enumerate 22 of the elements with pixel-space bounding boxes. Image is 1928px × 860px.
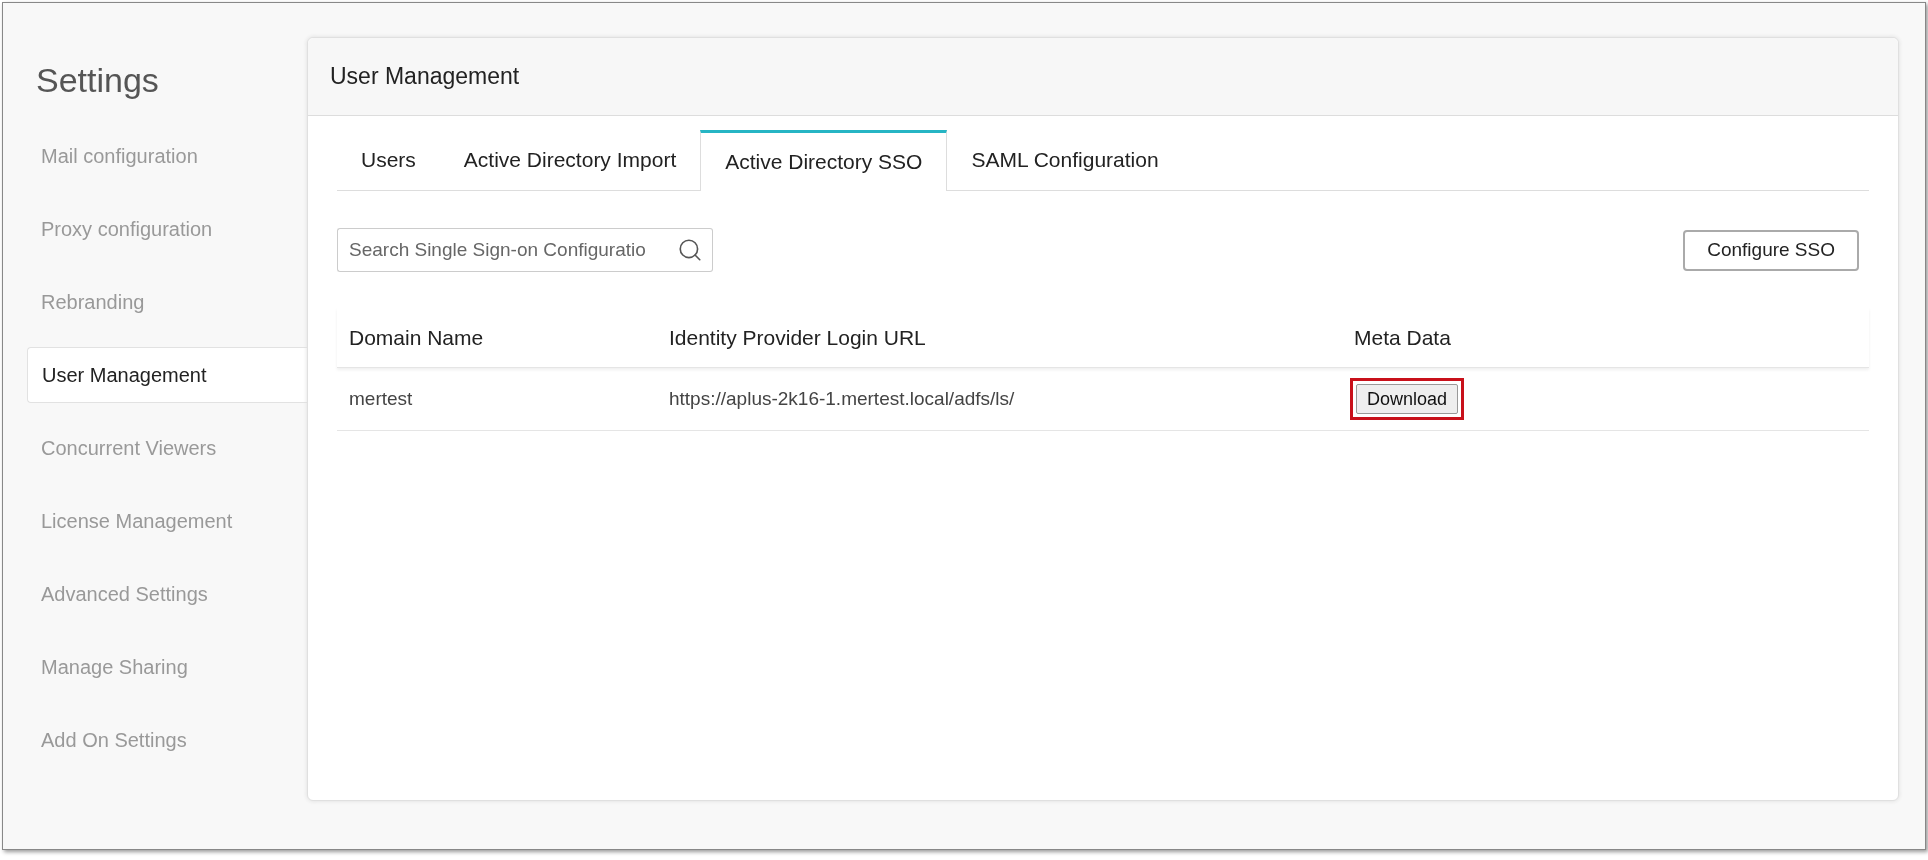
table-cell: https://aplus-2k16-1.mertest.local/adfs/ls/ <box>669 387 1015 409</box>
sidebar-item[interactable]: Advanced Settings <box>27 566 307 622</box>
column-header: Domain Name <box>349 325 484 349</box>
sidebar-item[interactable]: Add On Settings <box>27 712 307 768</box>
tab[interactable]: Active Directory SSO <box>700 130 948 191</box>
tab[interactable]: SAML Configuration <box>947 130 1183 190</box>
download-button[interactable]: Download <box>1356 384 1459 414</box>
sidebar-item[interactable]: Concurrent Viewers <box>27 420 307 476</box>
sidebar-item[interactable]: Rebranding <box>27 274 307 330</box>
panel-title: User Management <box>330 62 520 92</box>
column-header: Meta Data <box>1354 325 1451 349</box>
sidebar-item[interactable]: Manage Sharing <box>27 639 307 695</box>
sidebar-item[interactable]: Mail configuration <box>27 128 307 184</box>
sidebar-title: Settings <box>35 60 160 101</box>
sidebar-item[interactable]: Proxy configuration <box>27 201 307 257</box>
configure-sso-button[interactable]: Configure SSO <box>1683 229 1859 271</box>
sidebar-item[interactable]: License Management <box>27 493 307 549</box>
column-header: Identity Provider Login URL <box>669 325 926 349</box>
tab[interactable]: Users <box>337 130 440 190</box>
sidebar-item[interactable]: User Management <box>27 347 307 403</box>
table-cell: mertest <box>349 387 413 409</box>
tab[interactable]: Active Directory Import <box>439 130 701 190</box>
